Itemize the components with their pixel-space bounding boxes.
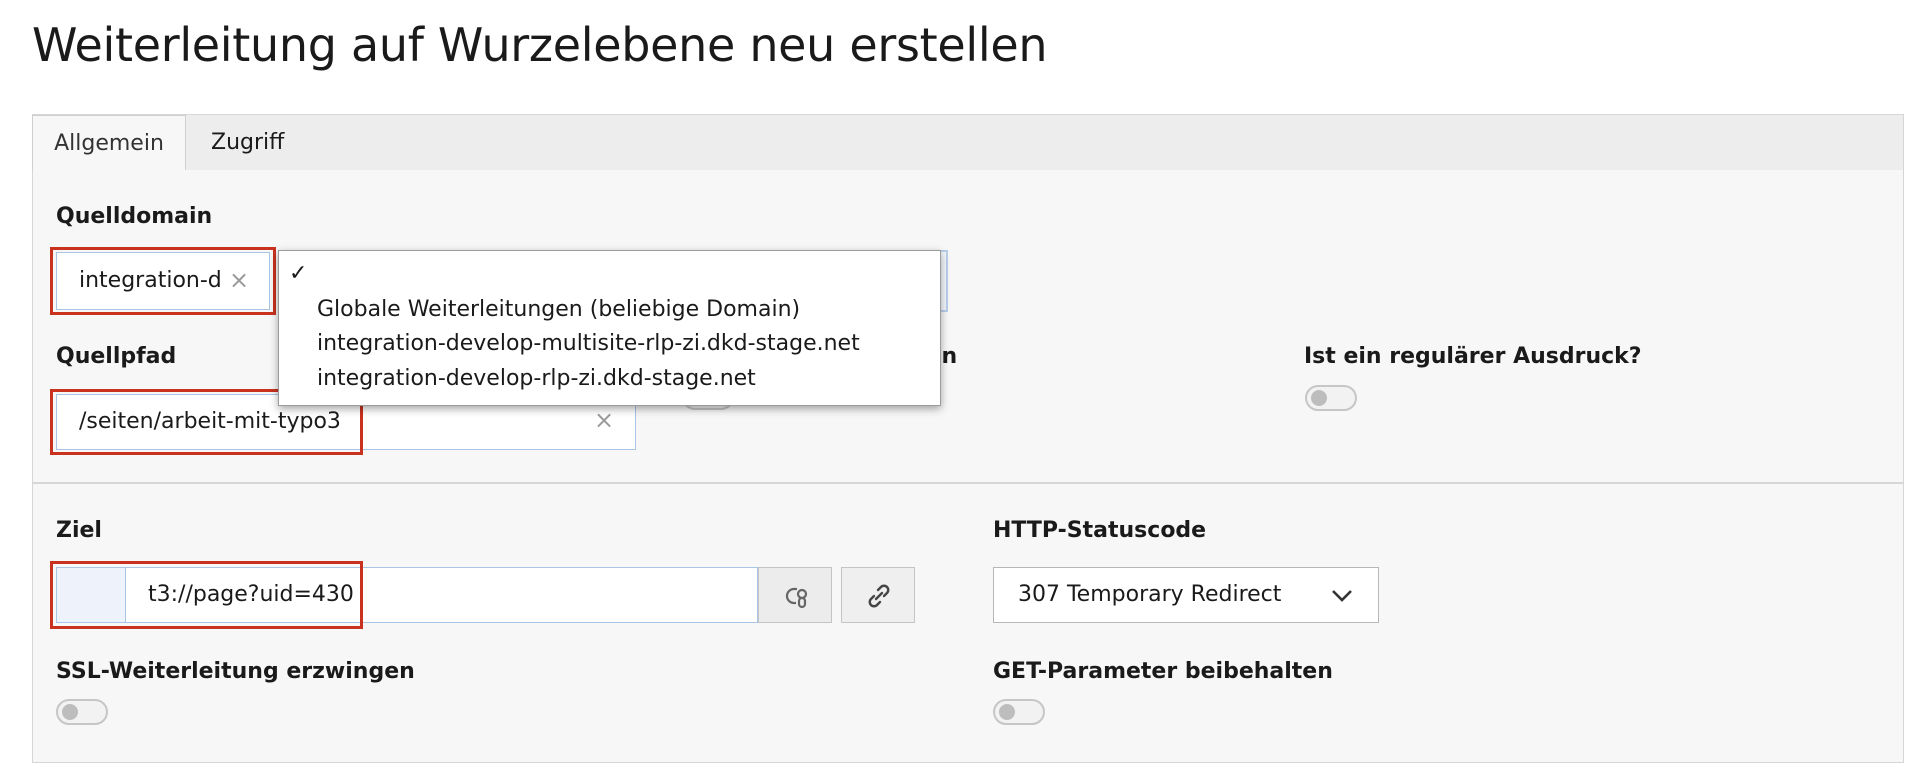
get-params-label: GET-Parameter beibehalten (993, 659, 1333, 684)
link-browser-button[interactable] (758, 567, 832, 623)
source-path-label: Quellpfad (56, 344, 177, 369)
link-browser-icon (785, 587, 808, 609)
clear-icon[interactable]: × (594, 406, 614, 434)
dropdown-option-global[interactable]: Globale Weiterleitungen (beliebige Domai… (317, 297, 800, 322)
source-domain-label: Quelldomain (56, 204, 213, 229)
check-icon: ✓ (289, 261, 308, 286)
highlight-box (50, 247, 276, 315)
tab-zugriff[interactable]: Zugriff (211, 115, 284, 171)
tab-allgemein[interactable]: Allgemein (32, 115, 186, 173)
target-label: Ziel (56, 518, 102, 543)
page-title: Weiterleitung auf Wurzelebene neu erstel… (32, 18, 1048, 72)
http-status-value: 307 Temporary Redirect (1018, 582, 1282, 607)
dropdown-option-multisite[interactable]: integration-develop-multisite-rlp-zi.dkd… (317, 331, 860, 356)
get-params-toggle[interactable] (993, 699, 1045, 725)
regex-label: Ist ein regulärer Ausdruck? (1304, 344, 1642, 369)
chevron-down-icon (1332, 590, 1352, 602)
ssl-toggle[interactable] (56, 699, 108, 725)
http-status-label: HTTP-Statuscode (993, 518, 1207, 543)
dropdown-option-rlp[interactable]: integration-develop-rlp-zi.dkd-stage.net (317, 366, 756, 391)
link-button[interactable] (841, 567, 915, 623)
ssl-label: SSL-Weiterleitung erzwingen (56, 659, 415, 684)
link-icon (868, 584, 890, 608)
tab-bar: Allgemein Zugriff (32, 114, 1904, 173)
domain-dropdown-list: ✓ Globale Weiterleitungen (beliebige Dom… (278, 250, 941, 406)
highlight-box (50, 561, 363, 629)
http-status-select[interactable]: 307 Temporary Redirect (993, 567, 1379, 623)
regex-toggle[interactable] (1305, 385, 1357, 411)
